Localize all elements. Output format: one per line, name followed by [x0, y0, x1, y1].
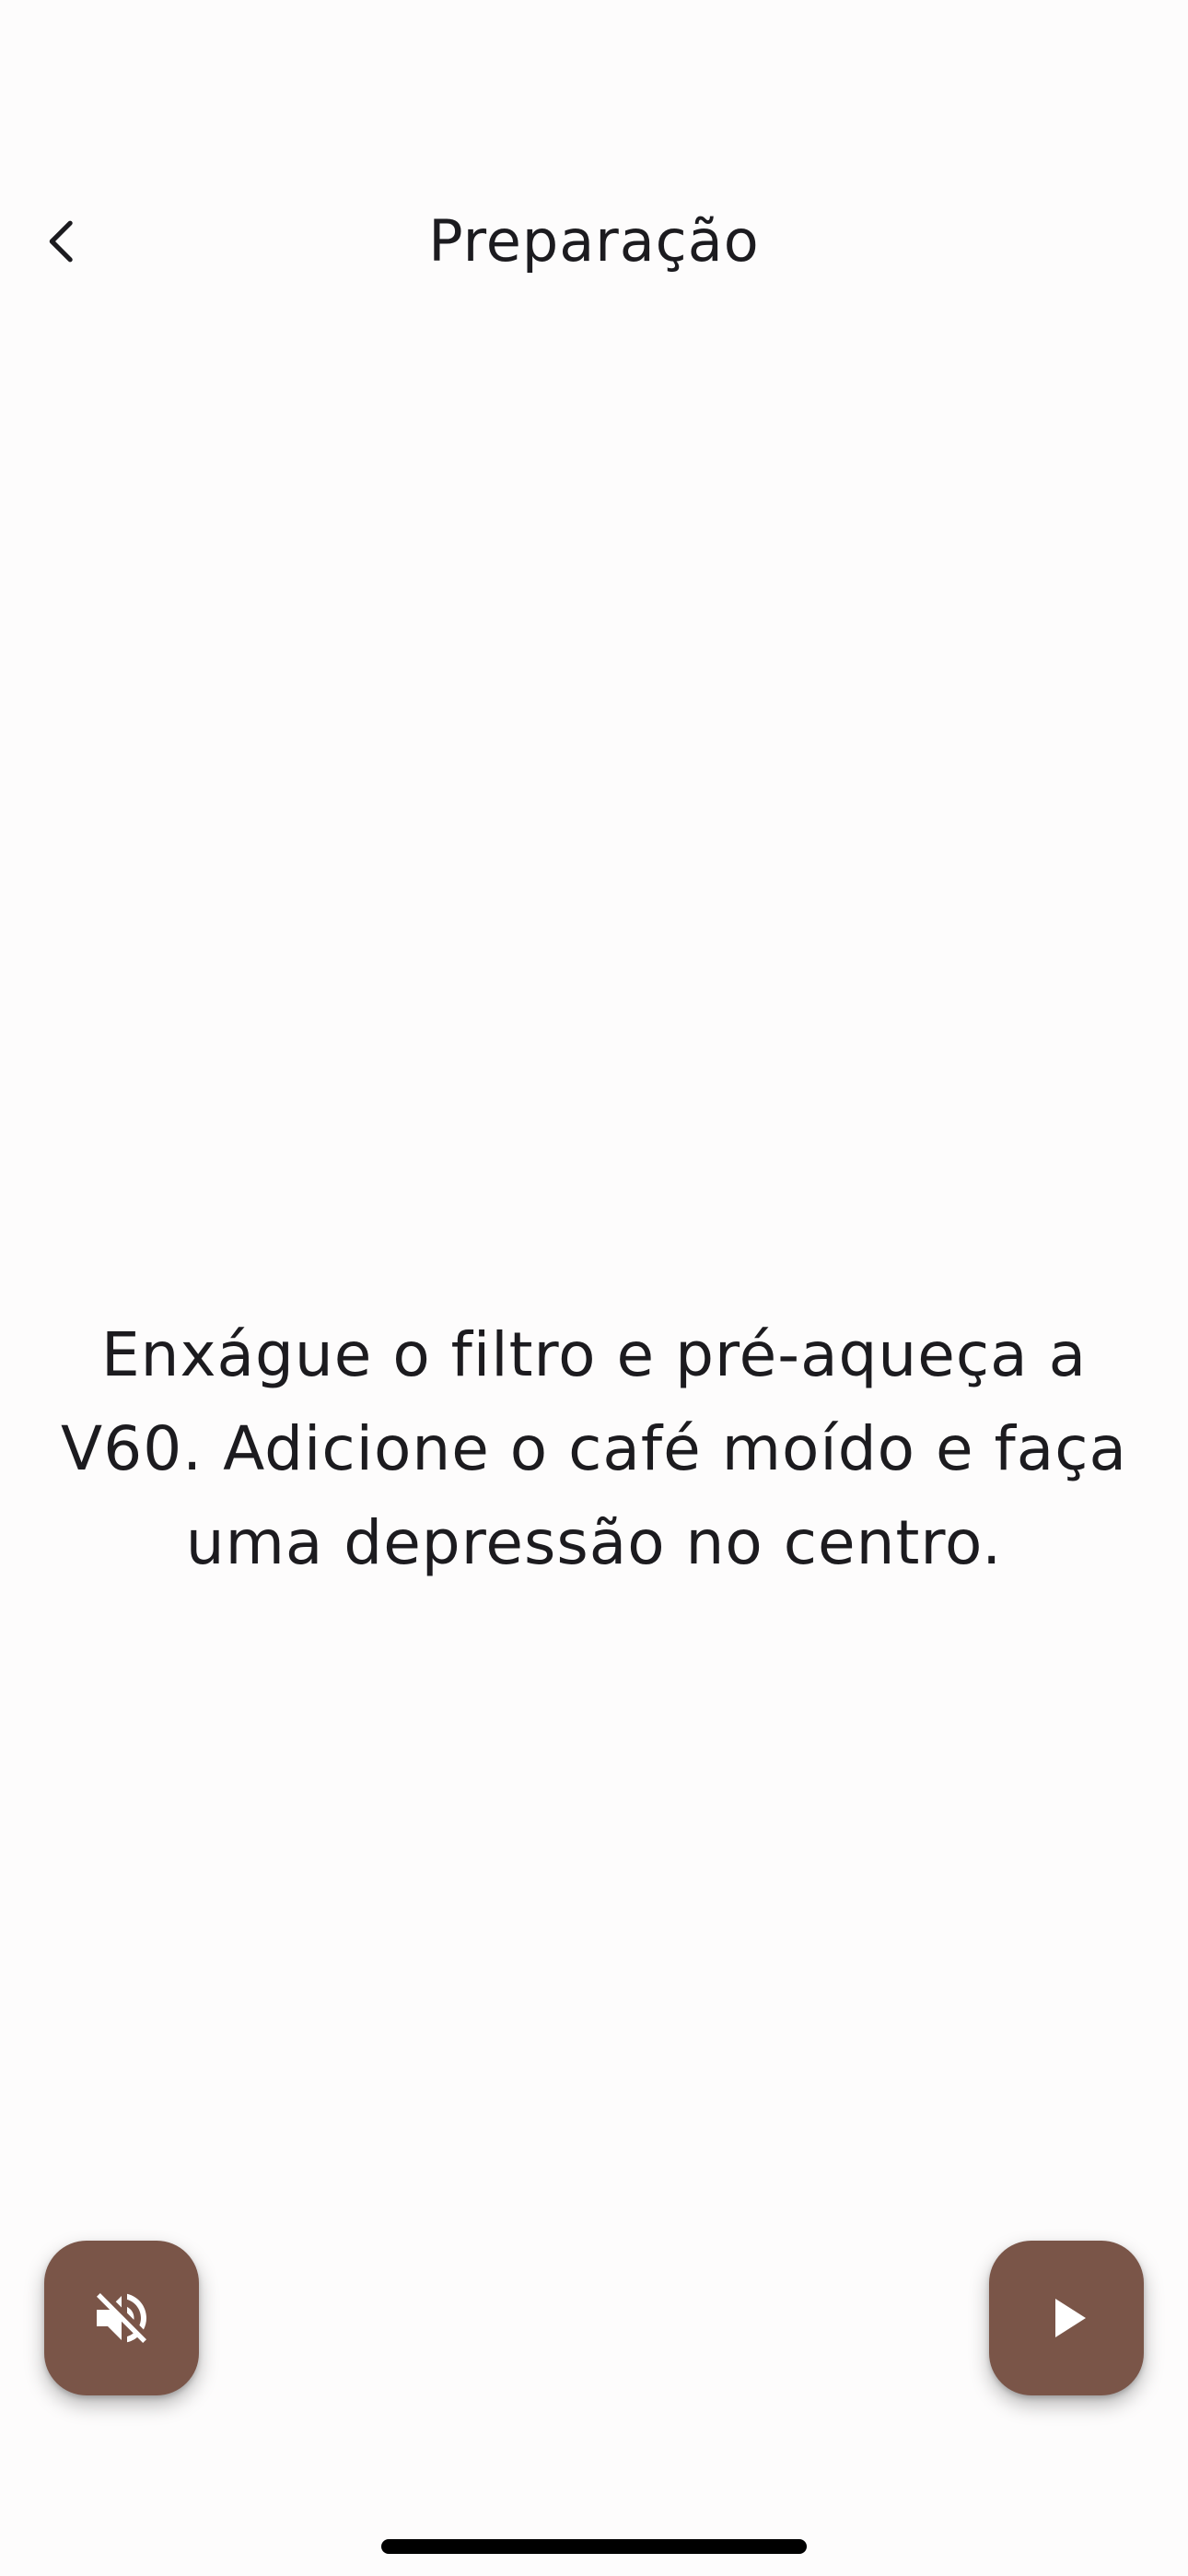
- play-icon: [1055, 2299, 1086, 2337]
- play-button[interactable]: [989, 2241, 1144, 2395]
- page-title: Preparação: [428, 207, 760, 275]
- volume-off-icon: [97, 2293, 146, 2343]
- home-indicator[interactable]: [381, 2539, 807, 2554]
- mute-button[interactable]: [44, 2241, 199, 2395]
- app-bar: Preparação: [0, 184, 1188, 299]
- step-instruction: Enxágue o filtro e pré-aqueça a V60. Adi…: [61, 1319, 1127, 1578]
